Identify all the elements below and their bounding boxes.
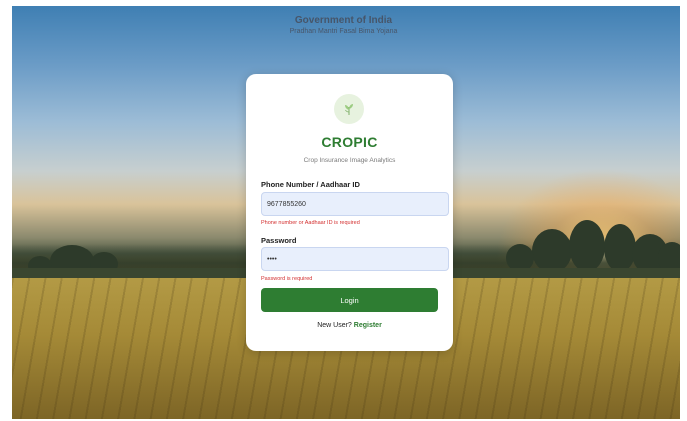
phone-input[interactable]: 9677855260 xyxy=(261,192,449,216)
password-label: Password xyxy=(261,236,297,245)
register-link[interactable]: Register xyxy=(354,322,382,329)
new-user-row: New User? Register xyxy=(246,322,453,329)
phone-label: Phone Number / Aadhaar ID xyxy=(261,180,360,189)
site-header: Government of India Pradhan Mantri Fasal… xyxy=(0,15,687,35)
login-card: CROPIC Crop Insurance Image Analytics Ph… xyxy=(246,74,453,351)
login-button[interactable]: Login xyxy=(261,288,438,312)
phone-error: Phone number or Aadhaar ID is required xyxy=(261,220,360,226)
header-title: Government of India xyxy=(294,15,393,26)
password-input[interactable]: •••• xyxy=(261,247,449,271)
new-user-text: New User? xyxy=(317,322,352,329)
header-subtitle: Pradhan Mantri Fasal Bima Yojana xyxy=(289,28,398,35)
tagline: Crop Insurance Image Analytics xyxy=(303,157,396,164)
brand-name: CROPIC xyxy=(321,134,378,150)
password-error: Password is required xyxy=(261,276,313,282)
logo-badge xyxy=(334,94,364,124)
leaf-icon xyxy=(345,104,353,115)
